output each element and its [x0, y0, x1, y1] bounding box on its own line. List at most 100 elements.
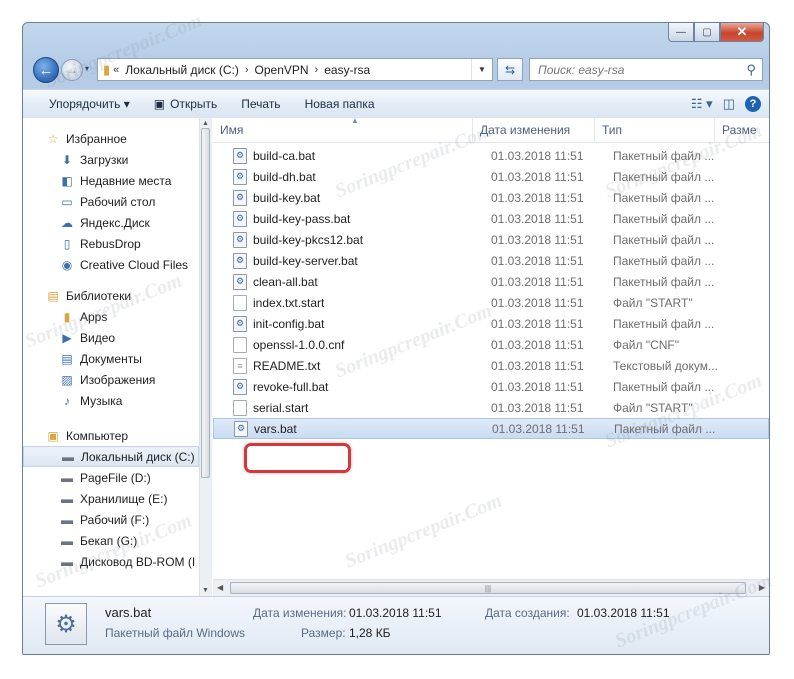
file-type: Пакетный файл ... [613, 169, 715, 184]
file-row[interactable]: ⚙ build-key.bat 01.03.2018 11:51 Пакетный ф… [213, 187, 769, 208]
sidebar-item[interactable]: ▬ Бекап (G:) [23, 530, 199, 551]
sidebar-item[interactable]: ▬ PageFile (D:) [23, 467, 199, 488]
file-name-cell: ⚙ vars.bat [214, 420, 482, 437]
maximize-button[interactable]: ▢ [694, 23, 720, 42]
sidebar-item[interactable]: ▶ Видео [23, 327, 199, 348]
file-name: build-key.bat [253, 190, 321, 205]
file-date: 01.03.2018 11:51 [491, 148, 584, 163]
sidebar-item[interactable]: ▬ Дисковод BD-ROM (I [23, 551, 199, 572]
navigation-scroll-thumb[interactable] [201, 128, 210, 478]
sidebar-item[interactable]: ◉ Creative Cloud Files [23, 254, 199, 275]
sidebar-item[interactable]: ◧ Недавние места [23, 170, 199, 191]
sidebar-item[interactable]: ▭ Рабочий стол [23, 191, 199, 212]
file-date: 01.03.2018 11:51 [491, 400, 584, 415]
scroll-right-icon[interactable]: ▶ [759, 583, 765, 592]
file-row[interactable]: ⚙ build-dh.bat 01.03.2018 11:51 Пакетный фа… [213, 166, 769, 187]
main-area: ☆ Избранное ⬇ Загрузки ◧ Недавние места ▭ Рабоч… [23, 118, 769, 597]
column-header-size[interactable]: Разме [715, 118, 769, 142]
file-name-cell: ⚙ init-config.bat [213, 315, 481, 332]
star-icon: ☆ [47, 131, 59, 146]
file-row[interactable]: ⚙ init-config.bat 01.03.2018 11:51 Пакетный… [213, 313, 769, 334]
file-name: revoke-full.bat [253, 379, 329, 394]
file-row[interactable]: ⚙ build-key-pkcs12.bat 01.03.2018 11:51 Пак… [213, 229, 769, 250]
sidebar-item-label: Дисковод BD-ROM (I [80, 554, 196, 569]
file-row[interactable]: ⚙ build-ca.bat 01.03.2018 11:51 Пакетный фа… [213, 145, 769, 166]
file-date: 01.03.2018 11:51 [491, 295, 584, 310]
view-options-icon[interactable]: ☷ ▾ [691, 96, 713, 112]
sidebar-item[interactable]: ▬ Хранилище (E:) [23, 488, 199, 509]
command-bar: Упорядочить ▾ ▣ Открыть Печать Новая пап… [23, 89, 769, 119]
sidebar-item[interactable]: ▯ RebusDrop [23, 233, 199, 254]
new-folder-button[interactable]: Новая папка [293, 91, 387, 117]
breadcrumb-openvpn[interactable]: OpenVPN [250, 63, 314, 77]
close-button[interactable]: ✕ [720, 23, 764, 42]
horizontal-scrollbar[interactable]: ◀ ||| ▶ [213, 579, 769, 597]
bat-icon: ⚙ [233, 189, 247, 206]
file-name: README.txt [253, 358, 321, 373]
column-header-date[interactable]: Дата изменения [473, 118, 595, 142]
documents-icon: ▤ [61, 351, 73, 366]
history-dropdown-icon[interactable]: ▾ [85, 64, 89, 73]
file-row[interactable]: index.txt.start 01.03.2018 11:51 Файл "STA… [213, 292, 769, 313]
file-row[interactable]: ⚙ revoke-full.bat 01.03.2018 11:51 Пакетный… [213, 376, 769, 397]
help-icon[interactable]: ? [745, 96, 761, 112]
sidebar-group-libraries[interactable]: ▤ Библиотеки [23, 285, 199, 306]
search-input[interactable] [536, 61, 740, 78]
highlight-frame [244, 443, 351, 473]
column-name-label: Имя [220, 123, 244, 137]
sidebar-item-label: Изображения [80, 372, 156, 387]
sidebar-item[interactable]: ⬇ Загрузки [23, 149, 199, 170]
scroll-up-icon[interactable]: ▲ [202, 120, 209, 127]
print-button[interactable]: Печать [229, 91, 292, 117]
sidebar-item[interactable]: ▤ Документы [23, 348, 199, 369]
file-date: 01.03.2018 11:51 [491, 274, 584, 289]
drive-icon: ▬ [61, 491, 73, 506]
bat-icon: ⚙ [233, 252, 247, 269]
sidebar-item-label: Creative Cloud Files [80, 257, 189, 272]
computer-icon: ▣ [47, 428, 59, 443]
file-row[interactable]: ⚙ build-key-pass.bat 01.03.2018 11:51 Пакет… [213, 208, 769, 229]
search-box[interactable]: ⚲ [529, 58, 763, 81]
details-pane: ⚙ vars.bat Пакетный файл Windows Дата из… [23, 596, 769, 654]
address-bar[interactable]: ▮ « Локальный диск (C:) › OpenVPN › easy… [97, 58, 493, 81]
sidebar-item[interactable]: ▬ Рабочий (F:) [23, 509, 199, 530]
refresh-button[interactable]: ⇆ [497, 58, 523, 81]
column-header-name[interactable]: ▲ Имя [213, 118, 473, 142]
details-created-value: 01.03.2018 11:51 [577, 606, 670, 620]
scroll-down-icon[interactable]: ▼ [202, 587, 209, 594]
sidebar-item[interactable]: ▮ Apps [23, 306, 199, 327]
breadcrumb-drive[interactable]: Локальный диск (C:) [120, 63, 244, 77]
file-row[interactable]: ≡ README.txt 01.03.2018 11:51 Текстовый док… [213, 355, 769, 376]
file-row[interactable]: ⚙ clean-all.bat 01.03.2018 11:51 Пакетный ф… [213, 271, 769, 292]
file-row[interactable]: ⚙ build-key-server.bat 01.03.2018 11:51 Пак… [213, 250, 769, 271]
file-name: init-config.bat [253, 316, 325, 331]
breadcrumb-prefix[interactable]: « [112, 64, 120, 76]
sidebar-item[interactable]: ▨ Изображения [23, 369, 199, 390]
file-row[interactable]: ⚙ vars.bat 01.03.2018 11:51 Пакетный файл .… [213, 418, 769, 439]
organize-button[interactable]: Упорядочить ▾ [23, 91, 142, 117]
file-row[interactable]: openssl-1.0.0.cnf 01.03.2018 11:51 Файл "C… [213, 334, 769, 355]
preview-pane-icon[interactable]: ◫ [723, 96, 735, 112]
address-dropdown-icon[interactable]: ▼ [471, 59, 492, 80]
file-row[interactable]: serial.start 01.03.2018 11:51 Файл "START" [213, 397, 769, 418]
file-list: ▲ Имя Дата изменения Тип Разме ⚙ build-ca… [213, 118, 769, 596]
details-file-name: vars.bat [105, 605, 152, 620]
sidebar-item[interactable]: ♪ Музыка [23, 390, 199, 411]
sidebar-group-favorites[interactable]: ☆ Избранное [23, 128, 199, 149]
horizontal-scroll-thumb[interactable]: ||| [230, 582, 746, 594]
column-header-type[interactable]: Тип [595, 118, 715, 142]
file-name-cell: index.txt.start [213, 294, 481, 311]
breadcrumb-easy-rsa[interactable]: easy-rsa [319, 63, 375, 77]
back-button[interactable]: ← [33, 57, 59, 83]
navigation-scrollbar[interactable]: ▲ ▼ [199, 118, 212, 596]
sidebar-item[interactable]: ▬ Локальный диск (C:) [23, 446, 199, 467]
sidebar-item[interactable]: ☁ Яндекс.Диск [23, 212, 199, 233]
scroll-left-icon[interactable]: ◀ [217, 583, 223, 592]
minimize-button[interactable]: — [668, 23, 694, 42]
forward-button[interactable]: → [61, 59, 83, 81]
file-date: 01.03.2018 11:51 [491, 337, 584, 352]
search-icon[interactable]: ⚲ [746, 62, 756, 78]
open-button[interactable]: ▣ Открыть [142, 91, 229, 117]
navigation-pane: ☆ Избранное ⬇ Загрузки ◧ Недавние места ▭ Рабоч… [23, 118, 199, 596]
sidebar-group-computer[interactable]: ▣ Компьютер [23, 425, 199, 446]
